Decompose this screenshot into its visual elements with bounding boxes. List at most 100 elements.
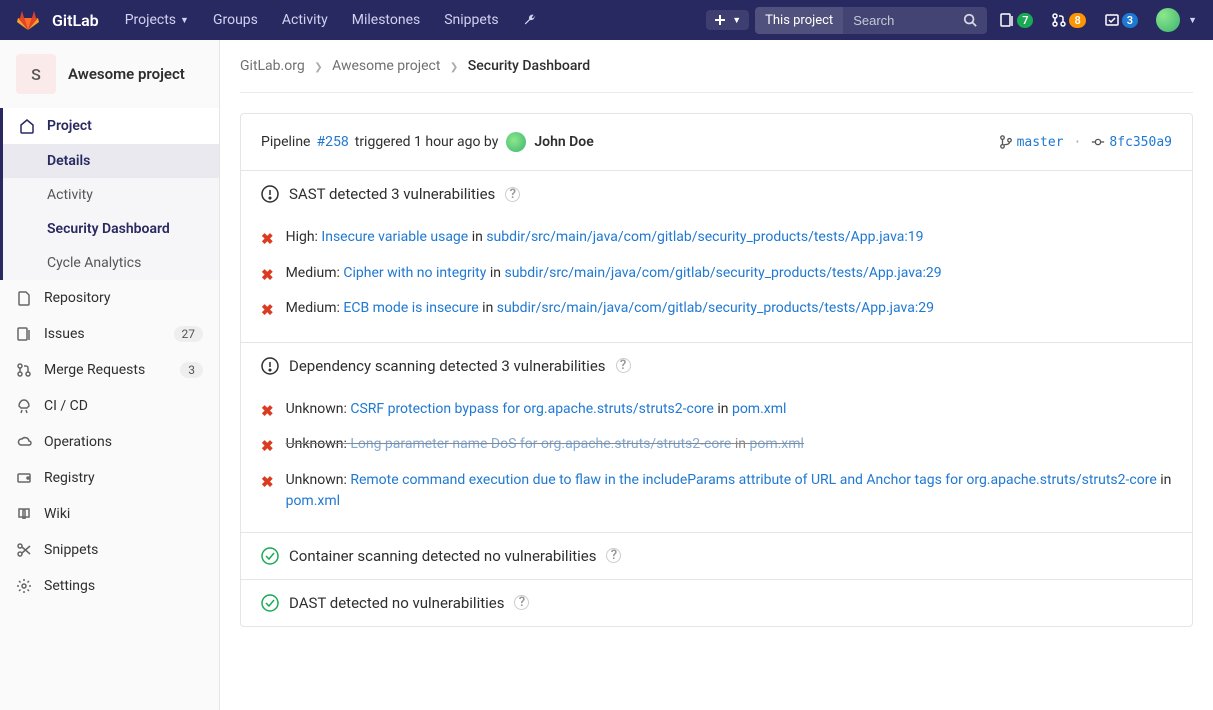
sidebar-item-snippets[interactable]: Snippets xyxy=(0,532,219,568)
vuln-severity: Unknown: xyxy=(286,436,351,452)
help-icon[interactable]: ? xyxy=(505,187,520,202)
scissors-icon xyxy=(16,542,32,558)
search-icon[interactable] xyxy=(953,13,987,27)
vuln-path-link[interactable]: pom.xml xyxy=(732,401,786,417)
sidebar-sub-details[interactable]: Details xyxy=(3,144,219,178)
pipeline-prefix: Pipeline xyxy=(261,134,311,150)
vuln-name-link[interactable]: Remote command execution due to flaw in … xyxy=(350,472,1156,488)
breadcrumb-project[interactable]: Awesome project xyxy=(332,58,440,74)
sidebar-item-wiki[interactable]: Wiki xyxy=(0,496,219,532)
nav-projects[interactable]: Projects▼ xyxy=(115,6,199,34)
sidebar-item-label: Repository xyxy=(44,290,110,306)
x-icon: ✖ xyxy=(261,299,274,322)
vuln-in: in xyxy=(735,436,746,452)
vuln-path-link[interactable]: subdir/src/main/java/com/gitlab/security… xyxy=(486,229,923,245)
vuln-severity: Unknown: xyxy=(286,472,351,488)
vuln-name-link[interactable]: Cipher with no integrity xyxy=(343,265,486,281)
mr-count: 3 xyxy=(180,362,203,378)
sidebar-item-settings[interactable]: Settings xyxy=(0,568,219,604)
pipeline-number-link[interactable]: #258 xyxy=(317,134,349,150)
vuln-severity: High: xyxy=(286,229,322,245)
sidebar-item-label: Merge Requests xyxy=(44,362,145,378)
branch-link[interactable]: master xyxy=(999,135,1064,150)
commit-icon xyxy=(1091,135,1105,149)
nav-activity[interactable]: Activity xyxy=(272,6,338,34)
wrench-icon[interactable] xyxy=(513,7,547,33)
project-header[interactable]: S Awesome project xyxy=(0,40,219,108)
vuln-path-link[interactable]: pom.xml xyxy=(749,436,803,452)
nav-snippets[interactable]: Snippets xyxy=(434,6,508,34)
top-navbar: GitLab Projects▼ Groups Activity Milesto… xyxy=(0,0,1213,40)
sidebar: S Awesome project Project Details Activi… xyxy=(0,40,220,710)
sidebar-item-registry[interactable]: Registry xyxy=(0,460,219,496)
breadcrumb-org[interactable]: GitLab.org xyxy=(240,58,305,74)
rocket-icon xyxy=(16,398,32,414)
home-icon xyxy=(19,118,35,134)
sidebar-sub-cycle-analytics[interactable]: Cycle Analytics xyxy=(3,246,219,280)
sidebar-sub-activity[interactable]: Activity xyxy=(3,178,219,212)
help-icon[interactable]: ? xyxy=(616,358,631,373)
user-avatar[interactable] xyxy=(1156,8,1180,32)
new-dropdown[interactable]: ▼ xyxy=(706,10,749,30)
issues-count: 27 xyxy=(174,326,204,342)
vuln-path-link[interactable]: subdir/src/main/java/com/gitlab/security… xyxy=(497,300,934,316)
breadcrumb-current: Security Dashboard xyxy=(468,58,590,74)
vuln-in: in xyxy=(490,265,501,281)
pipeline-triggered: triggered 1 hour ago by xyxy=(355,134,499,150)
sidebar-item-label: Issues xyxy=(44,326,85,342)
sidebar-item-operations[interactable]: Operations xyxy=(0,424,219,460)
vulnerability-row: ✖Unknown: CSRF protection bypass for org… xyxy=(261,393,1172,429)
warning-icon xyxy=(261,185,279,203)
x-icon: ✖ xyxy=(261,471,274,494)
sidebar-item-project[interactable]: Project xyxy=(3,108,219,144)
vuln-severity: Medium: xyxy=(286,265,344,281)
separator: · xyxy=(1074,135,1082,150)
todos-counter[interactable]: 3 xyxy=(1098,8,1144,32)
help-icon[interactable]: ? xyxy=(514,595,529,610)
issues-icon xyxy=(16,326,32,342)
search-scope[interactable]: This project xyxy=(755,7,843,34)
sidebar-item-repository[interactable]: Repository xyxy=(0,280,219,316)
search-input[interactable] xyxy=(843,7,953,34)
success-icon xyxy=(261,594,279,612)
depscan-section: Dependency scanning detected 3 vulnerabi… xyxy=(241,343,1192,533)
mr-badge: 8 xyxy=(1069,13,1085,28)
vuln-name-link[interactable]: CSRF protection bypass for org.apache.st… xyxy=(350,401,714,417)
chevron-right-icon: ❯ xyxy=(314,62,322,73)
chevron-right-icon: ❯ xyxy=(450,62,458,73)
vuln-name-link[interactable]: Long parameter name DoS for org.apache.s… xyxy=(350,436,731,452)
todos-badge: 3 xyxy=(1122,13,1138,28)
book-icon xyxy=(16,506,32,522)
sast-section: SAST detected 3 vulnerabilities ? ✖High:… xyxy=(241,171,1192,343)
x-icon: ✖ xyxy=(261,264,274,287)
breadcrumb: GitLab.org ❯ Awesome project ❯ Security … xyxy=(240,40,1193,93)
vulnerability-row: ✖ Unknown: Remote command execution due t… xyxy=(261,464,1172,518)
author-avatar[interactable] xyxy=(506,132,526,152)
vuln-name-link[interactable]: ECB mode is insecure xyxy=(343,300,478,316)
vuln-path-link[interactable]: subdir/src/main/java/com/gitlab/security… xyxy=(504,265,941,281)
sidebar-item-label: Wiki xyxy=(44,506,70,522)
vuln-name-link[interactable]: Insecure variable usage xyxy=(321,229,468,245)
container-title: Container scanning detected no vulnerabi… xyxy=(289,547,596,565)
nav-milestones[interactable]: Milestones xyxy=(342,6,431,34)
nav-groups[interactable]: Groups xyxy=(203,6,268,34)
sidebar-item-merge-requests[interactable]: Merge Requests 3 xyxy=(0,352,219,388)
dast-title: DAST detected no vulnerabilities xyxy=(289,594,504,612)
chevron-down-icon: ▼ xyxy=(180,15,189,26)
author-name[interactable]: John Doe xyxy=(534,134,593,150)
commit-link[interactable]: 8fc350a9 xyxy=(1091,135,1172,150)
help-icon[interactable]: ? xyxy=(606,548,621,563)
brand-name[interactable]: GitLab xyxy=(52,11,99,30)
sidebar-item-issues[interactable]: Issues 27 xyxy=(0,316,219,352)
issues-counter[interactable]: 7 xyxy=(993,8,1039,32)
vuln-path-link[interactable]: pom.xml xyxy=(286,493,340,509)
sidebar-item-cicd[interactable]: CI / CD xyxy=(0,388,219,424)
cloud-icon xyxy=(16,434,32,450)
mr-counter[interactable]: 8 xyxy=(1045,8,1091,32)
warning-icon xyxy=(261,357,279,375)
x-icon: ✖ xyxy=(261,400,274,423)
merge-icon xyxy=(16,362,32,378)
gitlab-logo[interactable] xyxy=(16,8,40,32)
sidebar-sub-security-dashboard[interactable]: Security Dashboard xyxy=(3,212,219,246)
sidebar-item-label: Snippets xyxy=(44,542,98,558)
